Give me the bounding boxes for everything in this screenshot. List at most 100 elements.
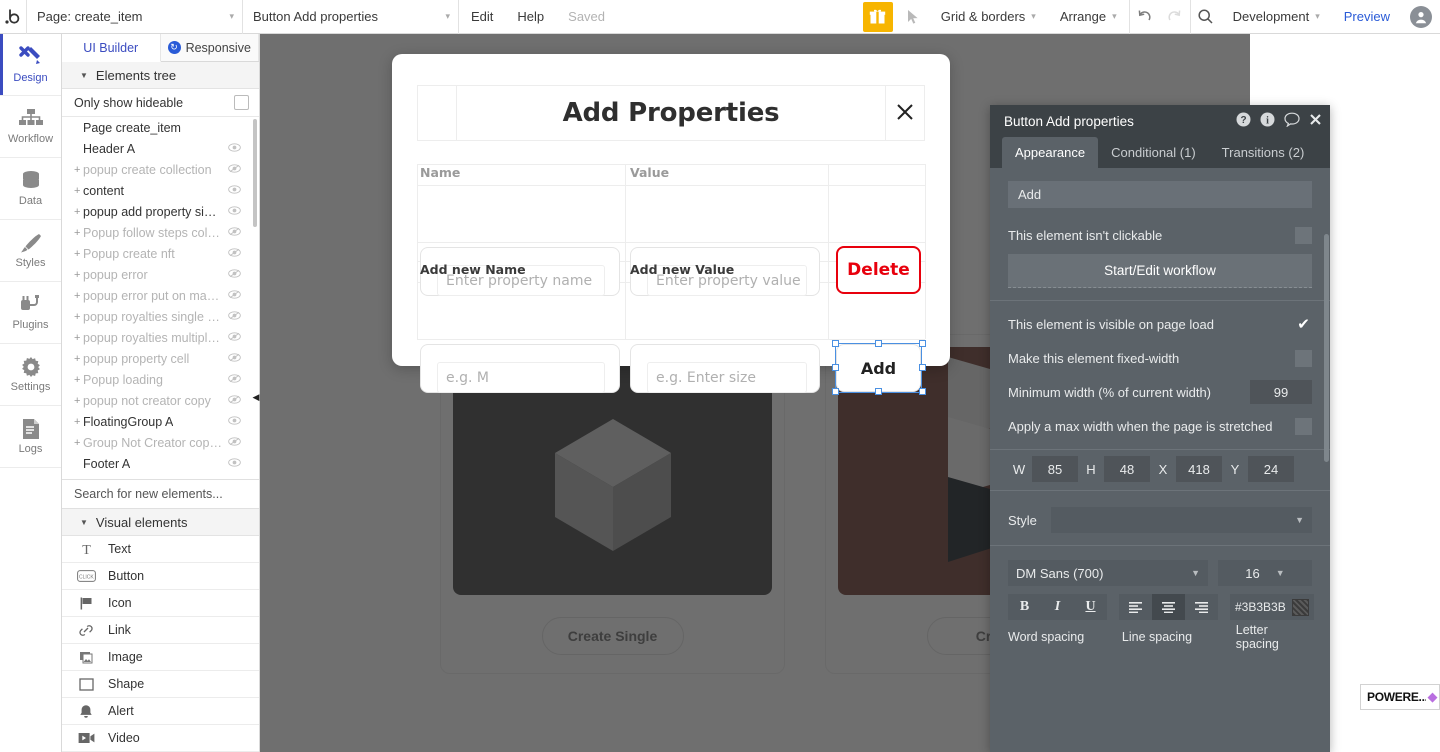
max-width-row[interactable]: Apply a max width when the page is stret… bbox=[990, 409, 1330, 443]
width-input[interactable]: 85 bbox=[1032, 456, 1078, 482]
expand-icon[interactable]: + bbox=[74, 395, 83, 407]
expand-icon[interactable]: + bbox=[74, 269, 83, 281]
max-width-checkbox[interactable] bbox=[1295, 418, 1312, 435]
eye-slash-icon[interactable] bbox=[222, 330, 241, 346]
font-size-dropdown[interactable]: 16 ▼ bbox=[1218, 560, 1312, 586]
align-left-icon[interactable] bbox=[1119, 594, 1152, 620]
tab-conditional[interactable]: Conditional (1) bbox=[1098, 137, 1209, 168]
minimum-width-row[interactable]: Minimum width (% of current width) 99 bbox=[990, 375, 1330, 409]
visible-on-load-checkbox[interactable]: ✔ bbox=[1295, 316, 1312, 333]
tree-item[interactable]: +popup create collection bbox=[62, 159, 259, 180]
tree-item[interactable]: +Group Not Creator copy 2 bbox=[62, 432, 259, 453]
tree-item[interactable]: Footer A bbox=[62, 453, 259, 474]
collapse-panel-handle[interactable]: ◀ bbox=[250, 386, 262, 408]
expand-icon[interactable]: + bbox=[74, 332, 83, 344]
sidebar-item-data[interactable]: Data bbox=[0, 158, 61, 220]
visual-elements-header[interactable]: ▼ Visual elements bbox=[62, 509, 259, 536]
add-button[interactable]: Add bbox=[836, 344, 921, 392]
tab-ui-builder[interactable]: UI Builder bbox=[62, 34, 161, 62]
element-selector[interactable]: Button Add properties ▾ bbox=[243, 0, 458, 34]
italic-button[interactable]: I bbox=[1041, 594, 1074, 620]
underline-button[interactable]: U bbox=[1074, 594, 1107, 620]
tab-responsive[interactable]: ↻ Responsive bbox=[161, 34, 260, 61]
font-color-picker[interactable]: #3B3B3B bbox=[1230, 594, 1314, 620]
expand-icon[interactable]: + bbox=[74, 437, 83, 449]
eye-slash-icon[interactable] bbox=[222, 372, 241, 388]
tree-scrollbar[interactable] bbox=[253, 119, 257, 227]
grid-borders-menu[interactable]: Grid & borders ▾ bbox=[929, 0, 1048, 34]
new-property-value-field[interactable]: e.g. Enter size bbox=[630, 344, 820, 393]
fixed-width-checkbox[interactable] bbox=[1295, 350, 1312, 367]
properties-scrollbar[interactable] bbox=[1324, 234, 1329, 462]
sidebar-item-logs[interactable]: Logs bbox=[0, 406, 61, 468]
fixed-width-row[interactable]: Make this element fixed-width bbox=[990, 341, 1330, 375]
bubble-logo[interactable] bbox=[0, 0, 26, 34]
minimum-width-input[interactable]: 99 bbox=[1250, 380, 1312, 404]
visible-on-load-row[interactable]: This element is visible on page load ✔ bbox=[990, 307, 1330, 341]
version-selector[interactable]: Development ▾ bbox=[1221, 0, 1332, 34]
visual-element-icon[interactable]: Icon bbox=[62, 590, 259, 617]
eye-slash-icon[interactable] bbox=[222, 246, 241, 262]
visual-element-video[interactable]: Video bbox=[62, 725, 259, 752]
resize-handle-n[interactable] bbox=[875, 340, 882, 347]
resize-handle-s[interactable] bbox=[875, 388, 882, 395]
search-new-elements[interactable]: Search for new elements... bbox=[62, 479, 259, 509]
tree-item[interactable]: +popup not creator copy bbox=[62, 390, 259, 411]
help-menu[interactable]: Help bbox=[505, 0, 556, 34]
visual-element-shape[interactable]: Shape bbox=[62, 671, 259, 698]
page-selector[interactable]: Page: create_item ▾ bbox=[27, 0, 242, 34]
eye-slash-icon[interactable] bbox=[222, 225, 241, 241]
visual-element-alert[interactable]: Alert bbox=[62, 698, 259, 725]
eye-slash-icon[interactable] bbox=[222, 288, 241, 304]
visual-element-text[interactable]: TText bbox=[62, 536, 259, 563]
align-right-icon[interactable] bbox=[1185, 594, 1218, 620]
tree-item[interactable]: +Popup follow steps collecti... bbox=[62, 222, 259, 243]
tree-item[interactable]: +FloatingGroup A bbox=[62, 411, 259, 432]
tree-item[interactable]: Page create_item bbox=[62, 117, 259, 138]
only-show-hideable-checkbox[interactable] bbox=[234, 95, 249, 110]
eye-icon[interactable] bbox=[222, 414, 241, 430]
not-clickable-checkbox[interactable] bbox=[1295, 227, 1312, 244]
expand-icon[interactable]: + bbox=[74, 206, 83, 218]
tree-item[interactable]: +popup royalties single colle... bbox=[62, 306, 259, 327]
expand-icon[interactable]: + bbox=[74, 374, 83, 386]
sidebar-item-settings[interactable]: Settings bbox=[0, 344, 61, 406]
visual-element-image[interactable]: Image bbox=[62, 644, 259, 671]
sidebar-item-styles[interactable]: Styles bbox=[0, 220, 61, 282]
tree-item[interactable]: +popup error bbox=[62, 264, 259, 285]
expand-icon[interactable]: + bbox=[74, 248, 83, 260]
eye-slash-icon[interactable] bbox=[222, 393, 241, 409]
new-property-name-field[interactable]: e.g. M bbox=[420, 344, 620, 393]
resize-handle-nw[interactable] bbox=[832, 340, 839, 347]
visual-element-button[interactable]: CLICKButton bbox=[62, 563, 259, 590]
redo-icon[interactable] bbox=[1160, 0, 1190, 34]
eye-slash-icon[interactable] bbox=[222, 351, 241, 367]
sidebar-item-design[interactable]: Design bbox=[0, 34, 61, 96]
height-input[interactable]: 48 bbox=[1104, 456, 1150, 482]
eye-icon[interactable] bbox=[222, 141, 241, 157]
help-icon[interactable]: ? bbox=[1236, 112, 1251, 130]
avatar[interactable] bbox=[1410, 6, 1432, 28]
close-button[interactable] bbox=[886, 85, 925, 141]
tab-appearance[interactable]: Appearance bbox=[1002, 137, 1098, 168]
resize-handle-ne[interactable] bbox=[919, 340, 926, 347]
edit-menu[interactable]: Edit bbox=[459, 0, 505, 34]
eye-slash-icon[interactable] bbox=[222, 309, 241, 325]
eye-slash-icon[interactable] bbox=[222, 162, 241, 178]
resize-handle-se[interactable] bbox=[919, 388, 926, 395]
eye-slash-icon[interactable] bbox=[222, 267, 241, 283]
new-property-name-input[interactable]: e.g. M bbox=[437, 362, 605, 393]
style-dropdown[interactable]: ▼ bbox=[1051, 507, 1312, 533]
expand-icon[interactable]: + bbox=[74, 164, 83, 176]
element-name-field[interactable]: Add bbox=[1008, 181, 1312, 208]
expand-icon[interactable]: + bbox=[74, 290, 83, 302]
y-input[interactable]: 24 bbox=[1248, 456, 1294, 482]
tree-item[interactable]: +Popup loading bbox=[62, 369, 259, 390]
bold-button[interactable]: B bbox=[1008, 594, 1041, 620]
expand-icon[interactable]: + bbox=[74, 227, 83, 239]
visual-element-link[interactable]: Link bbox=[62, 617, 259, 644]
gift-icon[interactable] bbox=[863, 2, 893, 32]
resize-handle-sw[interactable] bbox=[832, 388, 839, 395]
expand-icon[interactable]: + bbox=[74, 311, 83, 323]
preview-button[interactable]: Preview bbox=[1332, 0, 1402, 34]
